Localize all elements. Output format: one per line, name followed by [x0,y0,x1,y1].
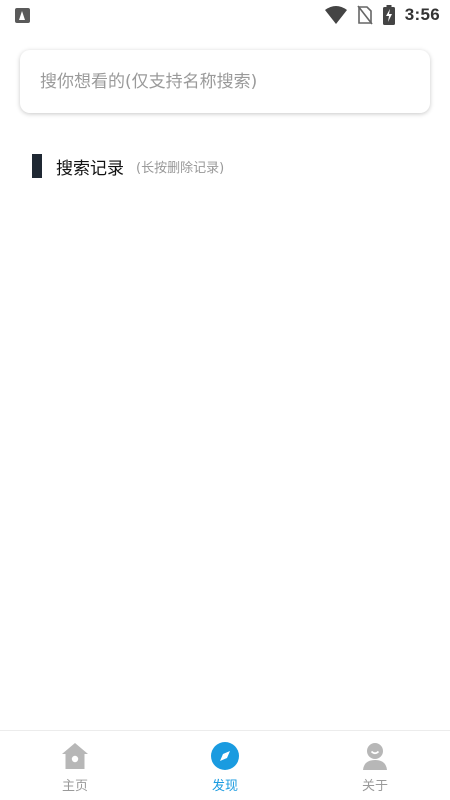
compass-icon [210,741,240,771]
status-bar: 3:56 [0,0,450,32]
wifi-icon [324,6,347,24]
nav-label-home: 主页 [61,779,88,794]
bottom-nav: 主页 发现 关于 [0,730,450,800]
battery-charging-icon [382,5,395,25]
search-history-header: 搜索记录 (长按删除记录) [32,154,225,179]
nav-item-home[interactable]: 主页 [0,731,150,800]
search-box[interactable] [20,50,430,113]
search-input[interactable] [40,71,410,92]
notification-a-icon [15,8,30,23]
search-history-hint: (长按删除记录) [136,160,225,176]
status-icons: 3:56 [324,4,440,26]
person-icon [360,741,390,771]
nav-label-discover: 发现 [211,779,238,794]
home-icon [60,741,90,771]
nav-item-discover[interactable]: 发现 [150,731,300,800]
nav-item-about[interactable]: 关于 [300,731,450,800]
no-sim-icon [357,5,373,25]
section-accent-bar [32,154,42,178]
status-time: 3:56 [404,5,440,24]
search-history-title: 搜索记录 [56,158,124,179]
nav-label-about: 关于 [361,779,388,794]
